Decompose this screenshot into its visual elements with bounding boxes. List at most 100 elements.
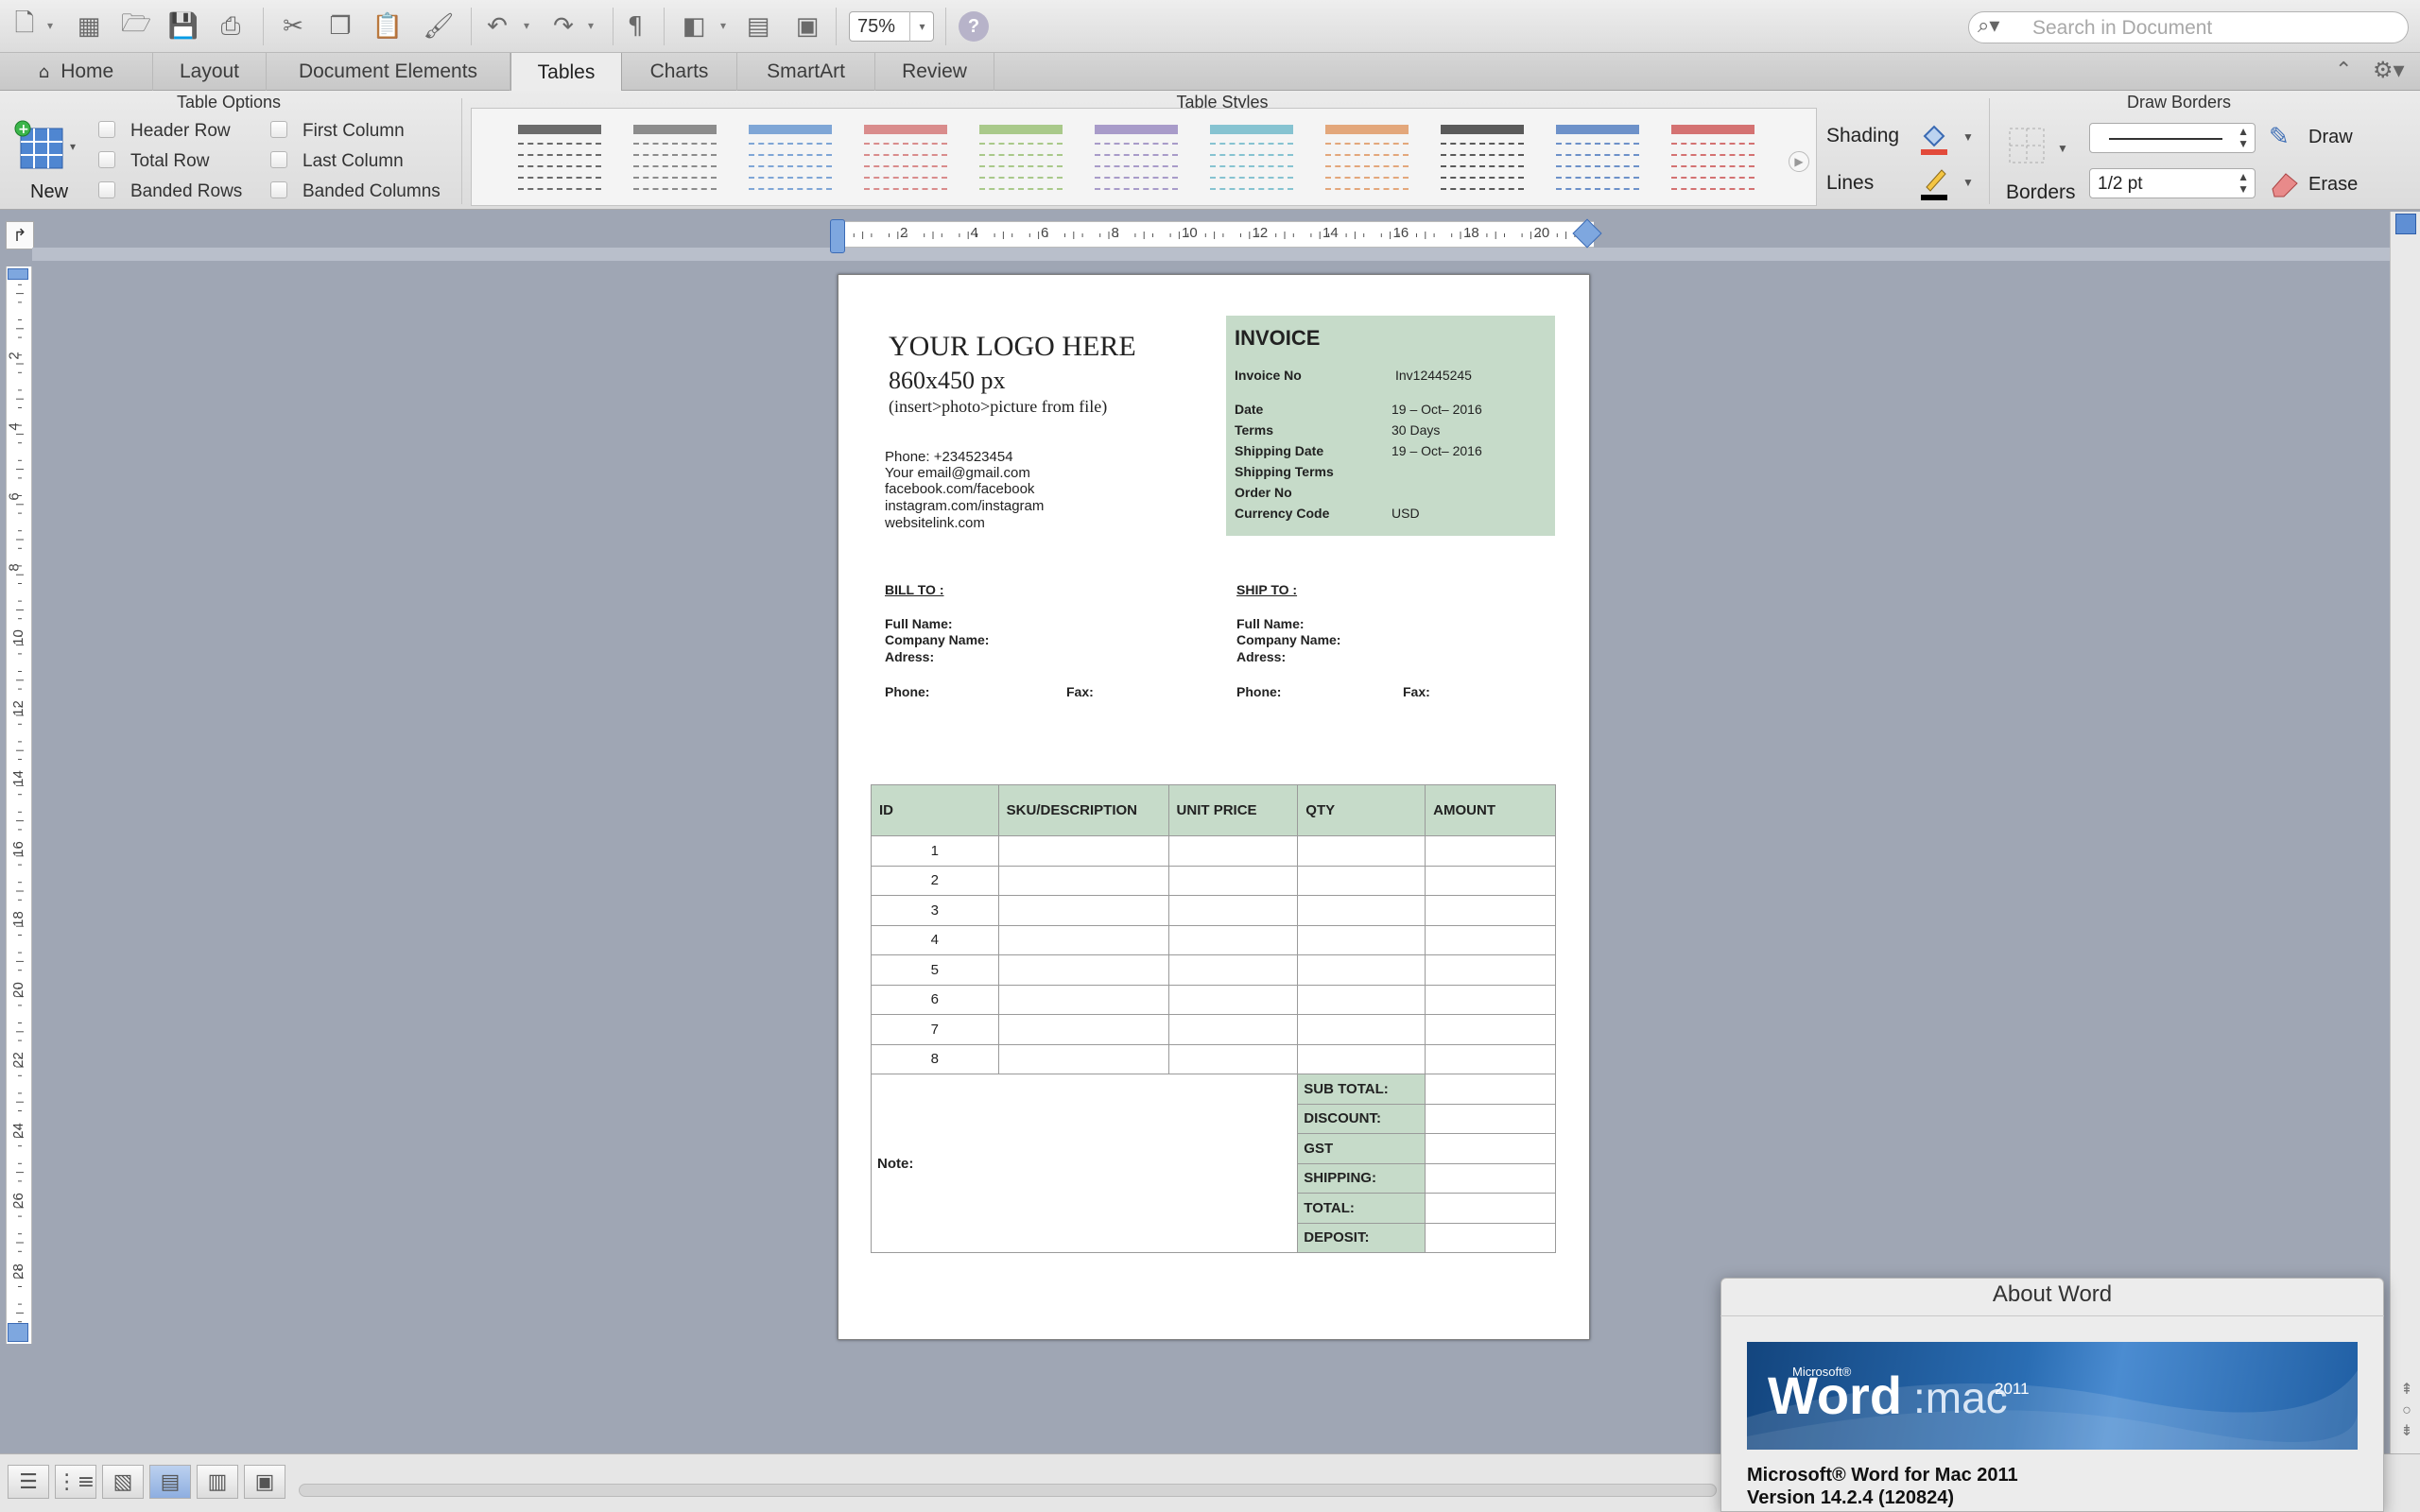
media-browser-icon[interactable]: ▣	[788, 8, 826, 45]
item-unit-price-cell[interactable]	[1167, 865, 1299, 896]
borders-dropdown-chevron-icon[interactable]: ▼	[2057, 142, 2068, 155]
item-description-cell[interactable]	[997, 865, 1169, 896]
sidebar-icon[interactable]: ◧	[675, 8, 713, 45]
item-id-cell[interactable]: 5	[871, 954, 999, 986]
draw-button-label[interactable]: Draw	[2308, 127, 2353, 148]
item-qty-cell[interactable]	[1297, 984, 1426, 1015]
top-margin-marker[interactable]	[8, 268, 28, 280]
tab-review[interactable]: Review	[875, 53, 994, 91]
header-amount[interactable]: AMOUNT	[1425, 784, 1556, 836]
item-description-cell[interactable]	[997, 1014, 1169, 1045]
item-id-cell[interactable]: 7	[871, 1014, 999, 1045]
item-qty-cell[interactable]	[1297, 954, 1426, 986]
format-painter-icon[interactable]: 🖌	[420, 8, 458, 45]
header-unit-price[interactable]: UNIT PRICE	[1167, 784, 1299, 836]
bottom-margin-marker[interactable]	[8, 1323, 28, 1342]
table-style-swatch[interactable]	[1206, 125, 1297, 193]
help-icon[interactable]: ?	[959, 11, 989, 42]
table-style-swatch[interactable]	[630, 125, 720, 193]
cut-icon[interactable]: ✂	[274, 8, 312, 45]
item-qty-cell[interactable]	[1297, 924, 1426, 955]
item-description-cell[interactable]	[997, 954, 1169, 986]
item-amount-cell[interactable]	[1425, 835, 1556, 867]
table-style-swatch[interactable]	[1437, 125, 1528, 193]
tab-home[interactable]: ⌂ Home	[0, 53, 153, 91]
item-qty-cell[interactable]	[1297, 1014, 1426, 1045]
total-value-cell[interactable]	[1425, 1133, 1556, 1164]
line-color-button[interactable]	[1917, 164, 1951, 207]
split-view-handle-icon[interactable]	[2395, 214, 2416, 234]
horizontal-ruler[interactable]	[838, 221, 1602, 248]
erase-button-label[interactable]: Erase	[2308, 174, 2358, 196]
gallery-next-arrow-icon[interactable]: ▶	[1789, 151, 1809, 172]
outline-view-icon[interactable]: ⋮≡	[55, 1465, 96, 1499]
item-amount-cell[interactable]	[1425, 1014, 1556, 1045]
vertical-scrollbar[interactable]	[2390, 212, 2420, 1453]
publishing-layout-view-icon[interactable]: ▧	[102, 1465, 144, 1499]
table-style-swatch[interactable]	[1322, 125, 1412, 193]
undo-icon[interactable]: ↶	[478, 8, 516, 45]
tab-tables[interactable]: Tables	[510, 53, 622, 92]
line-weight-selector[interactable]: 1/2 pt ▲ ▼	[2089, 168, 2256, 198]
item-amount-cell[interactable]	[1425, 865, 1556, 896]
tab-document-elements[interactable]: Document Elements	[267, 53, 510, 91]
item-qty-cell[interactable]	[1297, 895, 1426, 926]
item-amount-cell[interactable]	[1425, 984, 1556, 1015]
new-table-dropdown-chevron-icon[interactable]: ▾	[70, 140, 76, 153]
item-qty-cell[interactable]	[1297, 835, 1426, 867]
table-style-swatch[interactable]	[1552, 125, 1643, 193]
lines-dropdown-chevron-icon[interactable]: ▼	[1962, 176, 1974, 189]
item-description-cell[interactable]	[997, 924, 1169, 955]
page-navigation-arrows-icon[interactable]: ⇞ ○ ⇟	[2397, 1380, 2416, 1442]
undo-dropdown-chevron-icon[interactable]: ▾	[524, 19, 529, 32]
header-id[interactable]: ID	[871, 784, 999, 836]
gallery-icon[interactable]: ▤	[739, 8, 777, 45]
item-unit-price-cell[interactable]	[1167, 1043, 1299, 1074]
left-indent-marker[interactable]	[830, 219, 845, 253]
invoice-items-table[interactable]: ID SKU/DESCRIPTION UNIT PRICE QTY AMOUNT…	[870, 784, 1556, 1253]
item-id-cell[interactable]: 6	[871, 984, 999, 1015]
banded-columns-checkbox[interactable]	[270, 181, 287, 198]
item-qty-cell[interactable]	[1297, 1043, 1426, 1074]
notebook-layout-view-icon[interactable]: ▥	[197, 1465, 238, 1499]
eraser-icon[interactable]	[2269, 168, 2301, 203]
paste-icon[interactable]: 📋	[369, 8, 406, 45]
open-icon[interactable]: 🗁	[117, 8, 155, 45]
search-icon[interactable]: ⌕▾	[1978, 14, 1999, 38]
draft-view-icon[interactable]: ☰	[8, 1465, 49, 1499]
new-table-button[interactable]: +	[13, 119, 70, 176]
shading-button[interactable]	[1917, 119, 1951, 162]
collapse-ribbon-chevron-icon[interactable]: ⌃	[2335, 59, 2352, 82]
redo-icon[interactable]: ↷	[544, 8, 582, 45]
table-style-swatch[interactable]	[1668, 125, 1758, 193]
item-amount-cell[interactable]	[1425, 954, 1556, 986]
item-description-cell[interactable]	[997, 895, 1169, 926]
table-style-swatch[interactable]	[514, 125, 605, 193]
tab-layout[interactable]: Layout	[153, 53, 267, 91]
table-style-swatch[interactable]	[1091, 125, 1182, 193]
gear-icon[interactable]: ⚙▾	[2373, 57, 2405, 83]
copy-icon[interactable]: ❐	[321, 8, 359, 45]
header-sku-description[interactable]: SKU/DESCRIPTION	[997, 784, 1169, 836]
tab-stop-selector-icon[interactable]: ↱	[6, 221, 34, 249]
item-id-cell[interactable]: 1	[871, 835, 999, 867]
item-id-cell[interactable]: 4	[871, 924, 999, 955]
note-cell[interactable]: Note:	[870, 1074, 1299, 1253]
total-value-cell[interactable]	[1425, 1222, 1556, 1253]
item-amount-cell[interactable]	[1425, 1043, 1556, 1074]
item-description-cell[interactable]	[997, 835, 1169, 867]
item-unit-price-cell[interactable]	[1167, 984, 1299, 1015]
sidebar-dropdown-chevron-icon[interactable]: ▾	[720, 19, 726, 32]
item-id-cell[interactable]: 2	[871, 865, 999, 896]
pilcrow-icon[interactable]: ¶	[616, 8, 654, 45]
total-value-cell[interactable]	[1425, 1162, 1556, 1194]
print-icon[interactable]: ⎙	[212, 8, 250, 45]
item-unit-price-cell[interactable]	[1167, 835, 1299, 867]
last-column-checkbox[interactable]	[270, 151, 287, 168]
tab-smartart[interactable]: SmartArt	[737, 53, 875, 91]
header-row-checkbox[interactable]	[98, 121, 115, 138]
item-amount-cell[interactable]	[1425, 895, 1556, 926]
templates-icon[interactable]: ▦	[70, 8, 108, 45]
total-value-cell[interactable]	[1425, 1103, 1556, 1134]
table-style-swatch[interactable]	[976, 125, 1066, 193]
